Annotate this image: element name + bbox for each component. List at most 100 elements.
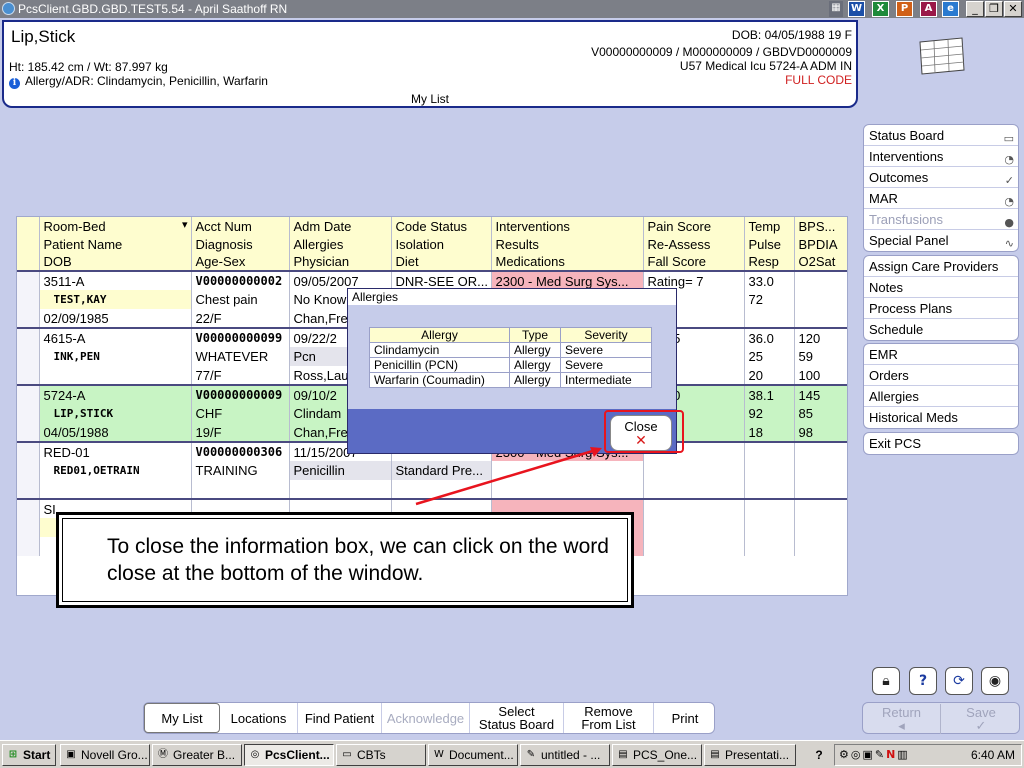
column-header-adm-date[interactable]: Adm Date: [289, 217, 392, 235]
cell-room-bed[interactable]: [39, 366, 192, 385]
column-header-room-bed[interactable]: DOB: [39, 253, 192, 271]
cell-bps[interactable]: 85: [794, 404, 847, 423]
column-header-room-bed[interactable]: Room-Bed ▾: [39, 217, 192, 235]
cell-room-bed[interactable]: 3511-A: [39, 270, 192, 290]
cell-temp[interactable]: 33.0: [744, 270, 795, 290]
taskbar-item-untitled[interactable]: ✎ untitled - ...: [520, 744, 610, 766]
cell-room-bed[interactable]: 04/05/1988: [39, 423, 192, 442]
column-header-interventions[interactable]: Medications: [491, 253, 644, 271]
cell-bps[interactable]: [794, 309, 847, 328]
sidebar-item-emr[interactable]: EMR: [864, 344, 1018, 365]
save-button[interactable]: Save ✓: [942, 704, 1020, 734]
bottom-locations-button[interactable]: Locations: [220, 703, 298, 733]
taskbar-item-pcs-one[interactable]: ▤ PCS_One...: [612, 744, 702, 766]
restore-icon[interactable]: ❐: [985, 1, 1003, 17]
cell-bps[interactable]: [794, 498, 847, 518]
bottom-remove-from-list-button[interactable]: Remove From List: [564, 703, 654, 733]
cell-temp[interactable]: 20: [744, 366, 795, 385]
cell-bps[interactable]: 145: [794, 384, 847, 404]
column-header-acct-num[interactable]: Diagnosis: [191, 235, 290, 253]
cell-temp[interactable]: 18: [744, 423, 795, 442]
cell-bps[interactable]: [794, 461, 847, 480]
cell-acct-num[interactable]: 19/F: [191, 423, 290, 442]
cell-pain-score[interactable]: [643, 518, 745, 537]
start-button[interactable]: ⊞ Start: [2, 744, 56, 766]
word-icon[interactable]: W: [848, 1, 865, 17]
cell-temp[interactable]: 92: [744, 404, 795, 423]
cell-bps[interactable]: [794, 441, 847, 461]
cell-temp[interactable]: [744, 498, 795, 518]
cell-room-bed[interactable]: 5724-A: [39, 384, 192, 404]
sidebar-item-transfusions[interactable]: Transfusions ●: [864, 209, 1018, 230]
taskbar-item-greater-b[interactable]: Ⓜ Greater B...: [152, 744, 242, 766]
sidebar-item-status-board[interactable]: Status Board ▭: [864, 125, 1018, 146]
bottom-print-button[interactable]: Print: [654, 703, 716, 733]
sidebar-item-process-plans[interactable]: Process Plans: [864, 298, 1018, 319]
cell-adm-date[interactable]: [289, 480, 392, 499]
column-header-code-status[interactable]: Isolation: [391, 235, 492, 253]
sidebar-item-outcomes[interactable]: Outcomes ✓: [864, 167, 1018, 188]
cell-bps[interactable]: 98: [794, 423, 847, 442]
help-icon[interactable]: ?: [909, 667, 937, 695]
bottom-find-patient-button[interactable]: Find Patient: [298, 703, 382, 733]
cell-room-bed[interactable]: LIP,STICK: [39, 404, 192, 423]
cell-room-bed[interactable]: INK,PEN: [39, 347, 192, 366]
cell-temp[interactable]: 72: [744, 290, 795, 309]
refresh-icon[interactable]: ⟳: [945, 667, 973, 695]
cell-bps[interactable]: [794, 518, 847, 537]
cell-temp[interactable]: [744, 441, 795, 461]
column-header-pain-score[interactable]: Re-Assess: [643, 235, 745, 253]
cell-bps[interactable]: [794, 290, 847, 309]
column-header-interventions[interactable]: Interventions: [491, 217, 644, 235]
sidebar-item-special-panel[interactable]: Special Panel ∿: [864, 230, 1018, 251]
user-settings-icon[interactable]: ◉: [981, 667, 1009, 695]
column-header-acct-num[interactable]: Age-Sex: [191, 253, 290, 271]
cell-pain-score[interactable]: [643, 498, 745, 518]
cell-acct-num[interactable]: TRAINING: [191, 461, 290, 480]
allergy-summary[interactable]: i Allergy/ADR: Clindamycin, Penicillin, W…: [9, 74, 268, 89]
column-header-acct-num[interactable]: Acct Num: [191, 217, 290, 235]
cell-pain-score[interactable]: [643, 461, 745, 480]
cell-acct-num[interactable]: Chest pain: [191, 290, 290, 309]
sidebar-item-notes[interactable]: Notes: [864, 277, 1018, 298]
cell-acct-num[interactable]: 22/F: [191, 309, 290, 328]
cell-bps[interactable]: [794, 480, 847, 499]
cell-acct-num[interactable]: V00000000009: [191, 384, 290, 404]
sidebar-item-interventions[interactable]: Interventions ◔: [864, 146, 1018, 167]
tray-icons[interactable]: ⚙◎▣✎N▥: [839, 745, 910, 765]
cell-temp[interactable]: [744, 518, 795, 537]
column-header-pain-score[interactable]: Fall Score: [643, 253, 745, 271]
cell-bps[interactable]: 100: [794, 366, 847, 385]
sidebar-item-orders[interactable]: Orders: [864, 365, 1018, 386]
minimize-icon[interactable]: _: [966, 1, 984, 17]
cell-temp[interactable]: [744, 461, 795, 480]
cell-bps[interactable]: 59: [794, 347, 847, 366]
cell-temp[interactable]: [744, 480, 795, 499]
taskbar-item-novell-groupwise[interactable]: ▣ Novell Gro...: [60, 744, 150, 766]
column-header-pain-score[interactable]: Pain Score: [643, 217, 745, 235]
column-header-code-status[interactable]: Code Status: [391, 217, 492, 235]
column-header-interventions[interactable]: Results: [491, 235, 644, 253]
cell-bps[interactable]: 120: [794, 327, 847, 347]
cell-room-bed[interactable]: RED-01: [39, 441, 192, 461]
info-icon[interactable]: i: [9, 78, 20, 89]
taskbar-item-presentation[interactable]: ▤ Presentati...: [704, 744, 796, 766]
help-tray-icon[interactable]: ?: [809, 745, 829, 765]
cell-bps[interactable]: [794, 270, 847, 290]
cell-temp[interactable]: [744, 537, 795, 556]
column-header-room-bed[interactable]: Patient Name: [39, 235, 192, 253]
return-button[interactable]: Return ◂: [863, 704, 941, 734]
close-window-icon[interactable]: ✕: [1004, 1, 1022, 17]
column-header-temp[interactable]: Pulse: [744, 235, 795, 253]
column-header-bps[interactable]: BPS...: [794, 217, 847, 235]
cell-temp[interactable]: 25: [744, 347, 795, 366]
cell-acct-num[interactable]: CHF: [191, 404, 290, 423]
cell-temp[interactable]: 36.0: [744, 327, 795, 347]
cell-room-bed[interactable]: TEST,KAY: [39, 290, 192, 309]
cell-acct-num[interactable]: V00000000002: [191, 270, 290, 290]
powerpoint-icon[interactable]: P: [896, 1, 913, 17]
column-header-bps[interactable]: BPDIA: [794, 235, 847, 253]
cell-acct-num[interactable]: V00000000099: [191, 327, 290, 347]
cell-adm-date[interactable]: Penicillin: [289, 461, 392, 480]
column-header-adm-date[interactable]: Physician: [289, 253, 392, 271]
